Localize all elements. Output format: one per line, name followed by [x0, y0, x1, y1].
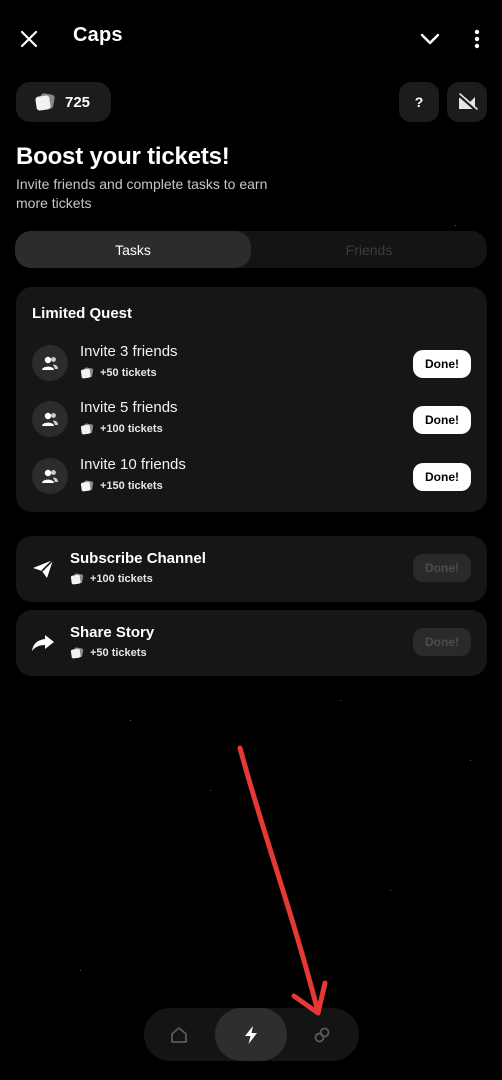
task-reward: +100 tickets: [70, 573, 153, 585]
done-button[interactable]: Done!: [413, 406, 471, 434]
bottom-nav: [144, 1008, 359, 1061]
home-icon: [171, 1026, 187, 1043]
friends-icon: [32, 458, 68, 494]
done-button[interactable]: Done!: [413, 554, 471, 582]
task-reward-text: +50 tickets: [90, 647, 147, 659]
more-vertical-icon: [474, 29, 480, 49]
nav-links[interactable]: [307, 1008, 337, 1061]
quest-title: Invite 10 friends: [80, 456, 186, 473]
close-button[interactable]: [14, 24, 44, 54]
quest-reward-text: +100 tickets: [100, 423, 163, 435]
page-subtext: Invite friends and complete tasks to ear…: [16, 176, 268, 211]
quest-item: Invite 10 friends +150 tickets Done!: [16, 456, 487, 500]
done-button[interactable]: Done!: [413, 350, 471, 378]
friends-icon: [32, 345, 68, 381]
quest-item: Invite 3 friends +50 tickets Done!: [16, 343, 487, 387]
limited-quest-card: Limited Quest Invite 3 friends +50 ticke…: [16, 287, 487, 512]
chevron-down-icon: [420, 33, 440, 45]
media-off-button[interactable]: [447, 82, 487, 122]
done-button[interactable]: Done!: [413, 463, 471, 491]
ticket-icon: [80, 367, 94, 379]
lightning-icon: [245, 1025, 257, 1044]
ticket-icon: [70, 573, 84, 585]
top-bar: Caps: [0, 0, 502, 78]
quest-reward: +50 tickets: [80, 367, 157, 379]
close-icon: [20, 30, 38, 48]
balance-value: 725: [65, 93, 91, 111]
task-reward: +50 tickets: [70, 647, 147, 659]
page-headline: Boost your tickets!: [16, 143, 230, 170]
limited-quest-title: Limited Quest: [32, 305, 133, 322]
quest-reward-text: +150 tickets: [100, 480, 163, 492]
link-icon: [314, 1027, 330, 1042]
app-title: Caps: [73, 24, 123, 46]
share-arrow-icon: [30, 632, 56, 654]
quest-reward: +150 tickets: [80, 480, 163, 492]
more-menu-button[interactable]: [462, 24, 492, 54]
quest-reward: +100 tickets: [80, 423, 163, 435]
task-subscribe-channel: Subscribe Channel +100 tickets Done!: [16, 536, 487, 602]
ticket-icon: [80, 480, 94, 492]
ticket-icon: [70, 647, 84, 659]
quest-title: Invite 3 friends: [80, 343, 178, 360]
done-button[interactable]: Done!: [413, 628, 471, 656]
quest-reward-text: +50 tickets: [100, 367, 157, 379]
ticket-balance: 725: [16, 82, 111, 122]
nav-boost[interactable]: [215, 1008, 287, 1061]
task-share-story: Share Story +50 tickets Done!: [16, 610, 487, 676]
media-off-icon: [458, 93, 478, 112]
task-title: Share Story: [70, 624, 155, 641]
friends-icon: [32, 401, 68, 437]
task-reward-text: +100 tickets: [90, 573, 153, 585]
telegram-send-icon: [30, 558, 56, 580]
help-button[interactable]: ?: [399, 82, 439, 122]
tab-bar: Tasks Friends: [15, 231, 487, 268]
tab-tasks[interactable]: Tasks: [15, 231, 251, 268]
task-title: Subscribe Channel: [70, 550, 206, 567]
collapse-button[interactable]: [414, 24, 446, 54]
quest-item: Invite 5 friends +100 tickets Done!: [16, 399, 487, 443]
tab-friends[interactable]: Friends: [251, 231, 487, 268]
quest-title: Invite 5 friends: [80, 399, 178, 416]
ticket-icon: [35, 93, 55, 111]
nav-home[interactable]: [164, 1008, 194, 1061]
ticket-icon: [80, 423, 94, 435]
